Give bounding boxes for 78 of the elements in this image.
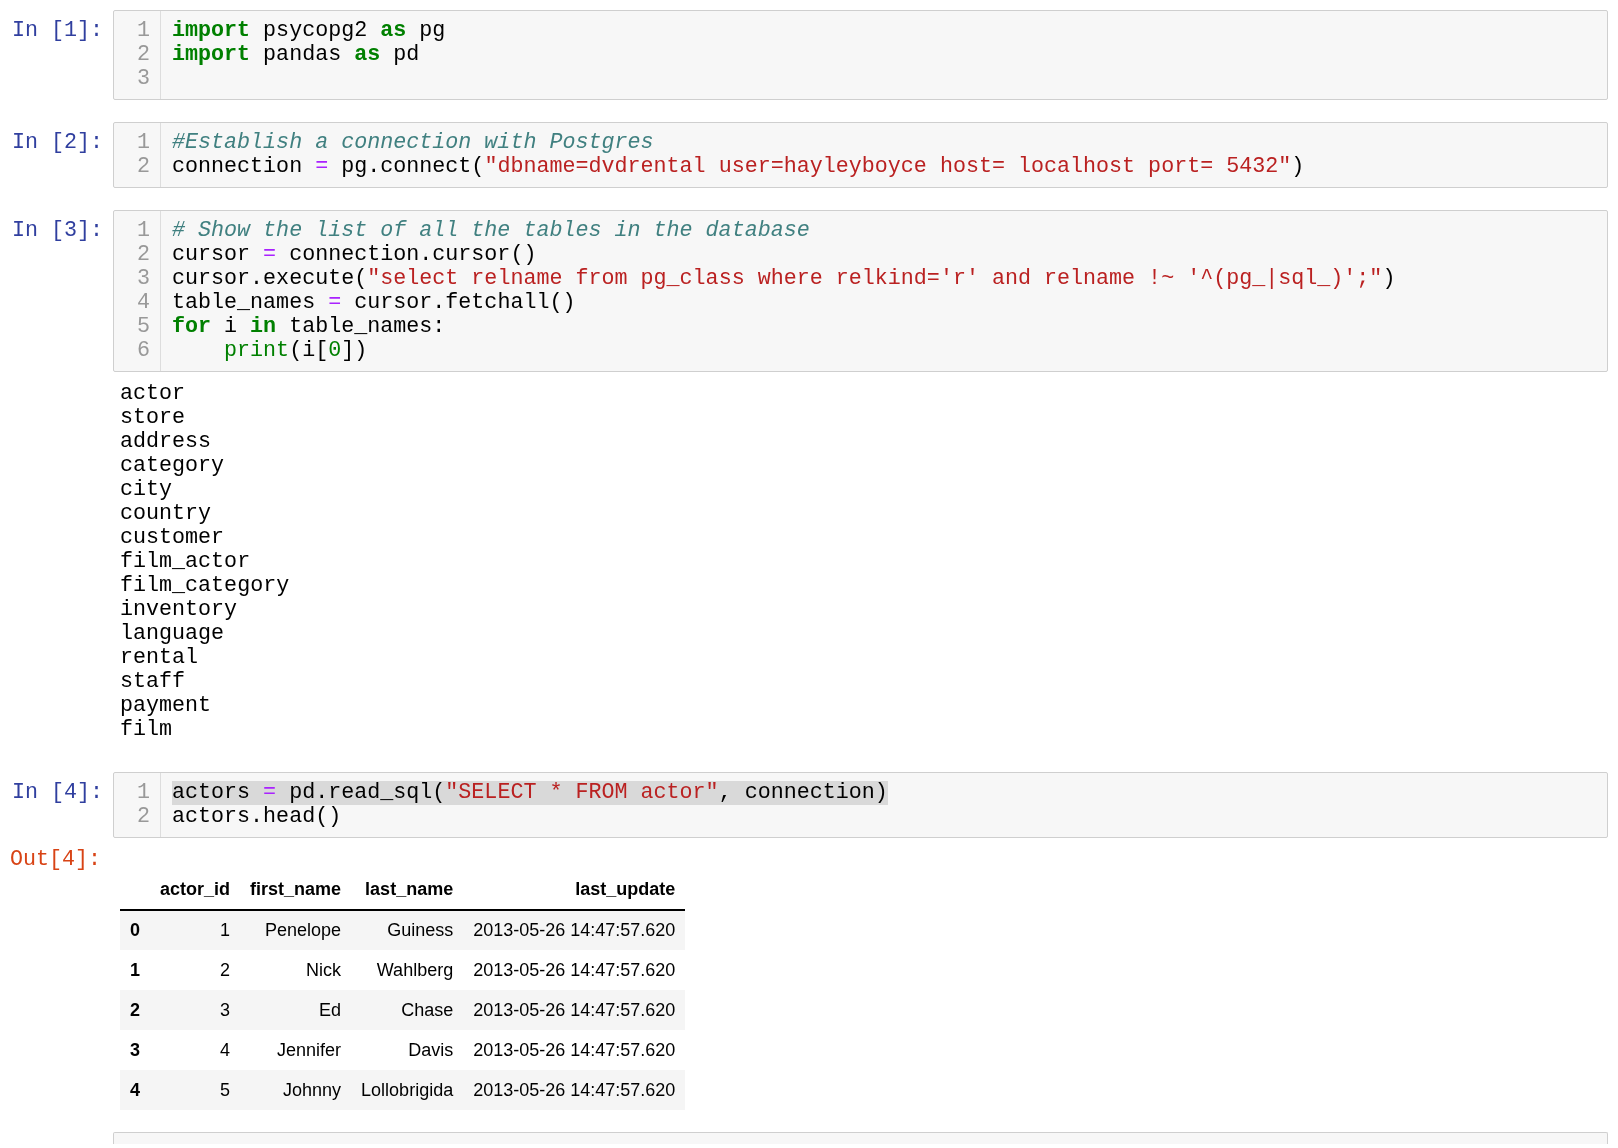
- output-line: staff: [120, 670, 187, 694]
- output-line: payment: [120, 694, 213, 718]
- output-line: language: [120, 622, 226, 646]
- table-cell: 2013-05-26 14:47:57.620: [463, 950, 686, 990]
- line-number: 2: [137, 243, 150, 267]
- code-cell[interactable]: 1 2 actors = pd.read_sql("SELECT * FROM actor", connection) actors.head(): [113, 772, 1608, 838]
- table-cell: Penelope: [240, 910, 352, 950]
- code-cell[interactable]: 1 2 3 import psycopg2 as pg import pandas as pd: [113, 10, 1608, 100]
- line-number: 4: [137, 291, 150, 315]
- input-prompt: In [4]:: [12, 779, 104, 805]
- output-line: customer: [120, 526, 226, 550]
- column-header: actor_id: [150, 870, 241, 910]
- code-line: for i in table_names:: [172, 315, 446, 339]
- code-line: print(i[0]): [223, 339, 368, 363]
- code-cell[interactable]: [113, 1132, 1608, 1144]
- line-number: 3: [137, 267, 150, 291]
- row-index: 0: [120, 910, 150, 950]
- table-cell: 1: [150, 910, 241, 950]
- table-cell: Chase: [351, 990, 464, 1030]
- table-cell: 2: [150, 950, 241, 990]
- table-cell: Lollobrigida: [351, 1070, 464, 1110]
- table-cell: Jennifer: [240, 1030, 352, 1070]
- code-line: connection = pg.connect("dbname=dvdrental user=hayleyboyce host= localhost port= 5432"): [172, 155, 1305, 179]
- output-prompt: Out[4]:: [10, 847, 102, 872]
- table-cell: Nick: [240, 950, 352, 990]
- row-index: 1: [120, 950, 150, 990]
- output-line: rental: [120, 646, 200, 670]
- table-cell: Ed: [240, 990, 352, 1030]
- table-cell: 2013-05-26 14:47:57.620: [463, 1070, 686, 1110]
- table-cell: Davis: [351, 1030, 464, 1070]
- output-line: store: [120, 406, 187, 430]
- table-cell: 5: [150, 1070, 241, 1110]
- code-cell[interactable]: 1 2 #Establish a connection with Postgres connection = pg.connect("dbname=dvdrental user=hayleyboyce host= localhost port= 5432"): [113, 122, 1608, 188]
- input-prompt: In [2]:: [12, 129, 104, 155]
- line-number: 3: [137, 67, 150, 91]
- output-line: city: [120, 478, 174, 502]
- line-number: 1: [137, 219, 150, 243]
- table-cell: 3: [150, 990, 241, 1030]
- code-line: table_names = cursor.fetchall(): [172, 291, 576, 315]
- column-header: last_name: [351, 870, 464, 910]
- line-number: 6: [137, 339, 150, 363]
- line-number: 2: [137, 805, 150, 829]
- output-line: country: [120, 502, 213, 526]
- code-cell[interactable]: [113, 210, 1608, 372]
- line-number: 2: [137, 43, 150, 67]
- line-number: 5: [137, 315, 150, 339]
- row-index: 3: [120, 1030, 150, 1070]
- output-line: category: [120, 454, 226, 478]
- code-line: cursor.execute("select relname from pg_class where relkind='r' and relname !~ '^(pg_|sql_)';"): [172, 267, 1396, 291]
- line-number: 1: [137, 19, 150, 43]
- input-prompt: In [1]:: [12, 17, 104, 43]
- output-line: address: [120, 430, 213, 454]
- output-line: inventory: [120, 598, 239, 622]
- code-line: # Show the list of all the tables in the database: [172, 219, 810, 243]
- table-cell: 2013-05-26 14:47:57.620: [463, 990, 686, 1030]
- output-line: film_category: [120, 574, 291, 598]
- code-line: import psycopg2 as pg: [172, 19, 446, 43]
- line-number: 1: [137, 131, 150, 155]
- line-number: 2: [137, 155, 150, 179]
- line-number: 1: [137, 781, 150, 805]
- output-line: film_actor: [120, 550, 252, 574]
- table-cell: 4: [150, 1030, 241, 1070]
- code-line: #Establish a connection with Postgres: [172, 131, 654, 155]
- output-line: film: [120, 718, 174, 742]
- column-header: first_name: [240, 870, 352, 910]
- code-line: actors.head(): [172, 805, 342, 829]
- input-prompt: In [3]:: [12, 217, 104, 243]
- column-header: last_update: [463, 870, 686, 910]
- table-cell: Wahlberg: [351, 950, 464, 990]
- row-index: 4: [120, 1070, 150, 1110]
- table-cell: Guiness: [351, 910, 464, 950]
- table-cell: 2013-05-26 14:47:57.620: [463, 1030, 686, 1070]
- table-cell: Johnny: [240, 1070, 352, 1110]
- table-cell: 2013-05-26 14:47:57.620: [463, 910, 686, 950]
- code-line: cursor = connection.cursor(): [172, 243, 537, 267]
- code-line: import pandas as pd: [172, 43, 420, 67]
- row-index: 2: [120, 990, 150, 1030]
- output-line: actor: [120, 382, 187, 406]
